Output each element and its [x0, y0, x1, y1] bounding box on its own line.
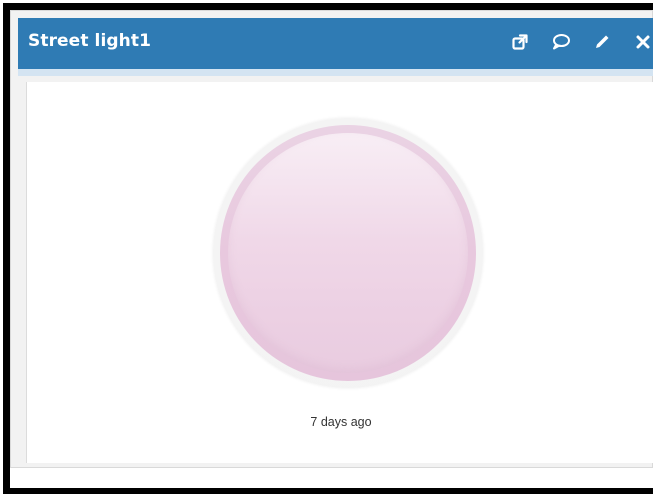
- pencil-icon: [593, 33, 611, 51]
- widget-toolbar: [490, 31, 653, 53]
- led-ring: [220, 125, 476, 381]
- close-icon: [635, 34, 651, 50]
- edit-button[interactable]: [591, 31, 613, 53]
- widget-card: Street light1 7 days ago: [10, 10, 653, 468]
- widget-header: Street light1: [18, 18, 653, 76]
- open-external-button[interactable]: [509, 31, 531, 53]
- widget-body: 7 days ago: [26, 82, 653, 463]
- last-updated-label: 7 days ago: [310, 415, 372, 429]
- close-button[interactable]: [632, 31, 653, 53]
- comment-button[interactable]: [550, 31, 572, 53]
- widget-title: Street light1: [28, 31, 152, 51]
- led-indicator: [213, 118, 483, 388]
- external-link-icon: [511, 33, 529, 51]
- comment-icon: [551, 33, 571, 51]
- led-light: [228, 133, 468, 373]
